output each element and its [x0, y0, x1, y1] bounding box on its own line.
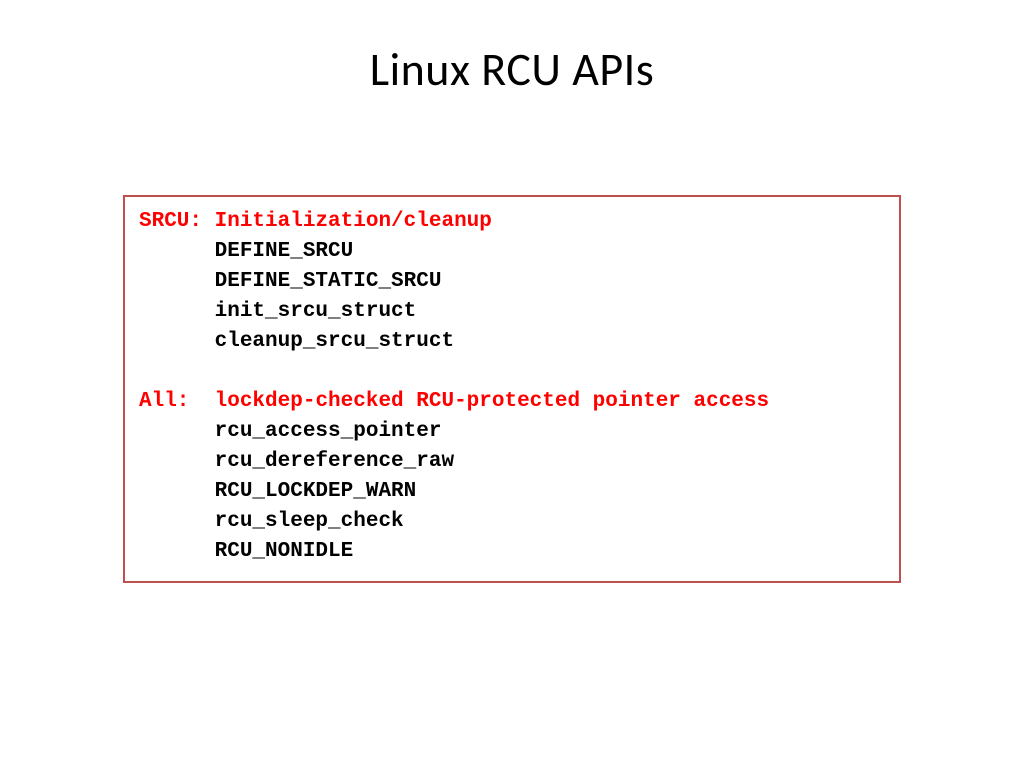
- api-item: RCU_LOCKDEP_WARN: [139, 477, 885, 507]
- api-item: rcu_sleep_check: [139, 507, 885, 537]
- api-item: rcu_dereference_raw: [139, 447, 885, 477]
- api-item: init_srcu_struct: [139, 297, 885, 327]
- section-label: SRCU:: [139, 210, 215, 233]
- section-label: All:: [139, 390, 215, 413]
- blank-line: [139, 357, 885, 387]
- section-heading: Initialization/cleanup: [215, 210, 492, 233]
- api-item: rcu_access_pointer: [139, 417, 885, 447]
- api-item: cleanup_srcu_struct: [139, 327, 885, 357]
- api-item: DEFINE_STATIC_SRCU: [139, 267, 885, 297]
- section-heading: lockdep-checked RCU-protected pointer ac…: [215, 390, 770, 413]
- api-content-box: SRCU: Initialization/cleanup DEFINE_SRCU…: [123, 195, 901, 583]
- api-code-block: SRCU: Initialization/cleanup DEFINE_SRCU…: [139, 207, 885, 567]
- api-item: DEFINE_SRCU: [139, 237, 885, 267]
- api-item: RCU_NONIDLE: [139, 537, 885, 567]
- section-header: SRCU: Initialization/cleanup: [139, 207, 885, 237]
- section-header: All: lockdep-checked RCU-protected point…: [139, 387, 885, 417]
- slide-title: Linux RCU APIs: [0, 0, 1024, 98]
